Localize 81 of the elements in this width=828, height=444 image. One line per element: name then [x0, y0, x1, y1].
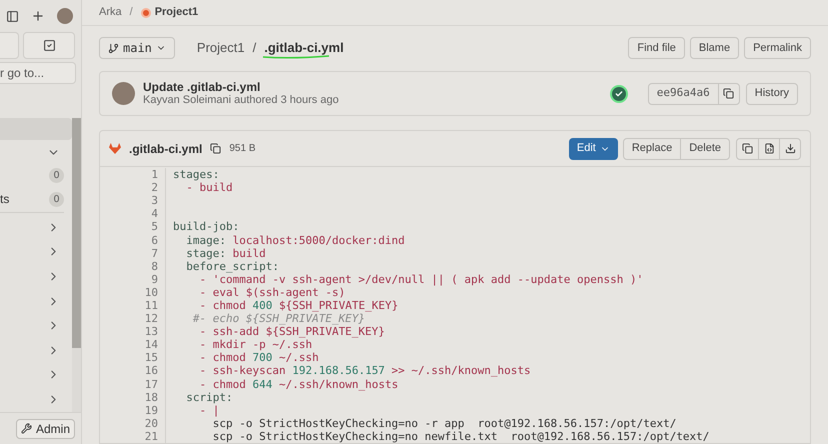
- code-line: scp -o StrictHostKeyChecking=no newfile.txt root@192.168.56.157:/opt/text/: [212, 430, 710, 443]
- file-action-button[interactable]: Replace: [624, 138, 680, 159]
- code-line: - chmod 700 ~/.ssh: [198, 351, 319, 364]
- copy-icon: [742, 143, 753, 154]
- branch-dropdown[interactable]: main: [99, 37, 175, 60]
- code-line: - chmod 400 ${SSH_PRIVATE_KEY}: [198, 298, 398, 312]
- breadcrumb-link[interactable]: Project1: [154, 4, 198, 21]
- commit-author: Kayvan Soleimani authored 3 hours ago: [143, 94, 339, 107]
- line-number: 11: [144, 298, 158, 312]
- action-button[interactable]: Permalink: [744, 37, 811, 60]
- file-title: .gitlab-ci.yml: [129, 140, 202, 158]
- project-icon: [140, 8, 151, 18]
- code-line: - mkdir -p ~/.ssh: [198, 338, 312, 352]
- line-number: 8: [151, 260, 158, 273]
- branch-icon: [108, 42, 119, 54]
- line-number: 5: [151, 220, 158, 234]
- line-number: 4: [151, 207, 158, 220]
- line-number: 18: [144, 390, 158, 404]
- file-size: 951 B: [229, 142, 256, 156]
- code-line: #- echo ${SSH_PRIVATE_KEY}: [192, 312, 366, 326]
- code-line: stage: build: [185, 246, 266, 260]
- avatar: [57, 8, 73, 24]
- path-separator: /: [252, 39, 256, 58]
- code-line: - ssh-add ${SSH_PRIVATE_KEY}: [198, 325, 385, 338]
- code-line: - 'command -v ssh-agent >/dev/null || ( apk add --update openssh )': [199, 272, 644, 286]
- code-line: script:: [185, 390, 233, 404]
- code-line: - chmod 644 ~/.ssh/known_hosts: [198, 378, 398, 391]
- count-badge: 0: [49, 192, 64, 207]
- line-number: 10: [144, 286, 158, 299]
- code-line: - build: [185, 181, 233, 194]
- path-link[interactable]: Project1: [196, 38, 245, 58]
- sidebar-toggle-icon[interactable]: [6, 10, 19, 22]
- line-number: 12: [144, 312, 158, 326]
- status-success-icon[interactable]: [612, 86, 626, 101]
- line-number: 17: [144, 378, 158, 391]
- line-number: 9: [151, 272, 158, 286]
- nav-label[interactable]: ts: [0, 190, 10, 208]
- download-icon: [784, 143, 796, 154]
- breadcrumb-separator: /: [130, 5, 133, 20]
- scrollbar[interactable]: [72, 118, 81, 412]
- line-number: 21: [144, 430, 158, 443]
- search-field[interactable]: r go to...: [0, 62, 76, 84]
- copy-icon[interactable]: [210, 143, 222, 154]
- code-line: stages:: [173, 168, 220, 182]
- checkbox-icon: [42, 39, 56, 52]
- copy-icon: [723, 88, 734, 100]
- line-number: 16: [144, 364, 158, 378]
- file-action-button[interactable]: Delete: [680, 138, 729, 159]
- action-button[interactable]: Find file: [628, 37, 685, 60]
- code-line: - eval $(ssh-agent -s): [198, 286, 346, 299]
- gitlab-icon: [109, 143, 121, 154]
- code-line: before_script:: [185, 260, 279, 273]
- wrench-icon: [20, 423, 32, 434]
- line-number: 15: [144, 351, 158, 364]
- action-button[interactable]: Blame: [690, 37, 740, 60]
- code-line: build-job:: [173, 220, 240, 234]
- line-number: 20: [144, 416, 158, 430]
- plus-icon[interactable]: [31, 9, 45, 23]
- line-number: 14: [144, 338, 158, 352]
- underline-mark: [262, 55, 330, 60]
- breadcrumb-link[interactable]: Arka: [99, 4, 122, 21]
- line-number: 2: [151, 181, 158, 194]
- history-button[interactable]: History: [746, 82, 798, 105]
- admin-button[interactable]: Admin: [16, 418, 75, 438]
- line-number: 13: [144, 325, 158, 338]
- code-line: - ssh-keyscan 192.168.56.157 >> ~/.ssh/known_hosts: [198, 364, 531, 378]
- avatar: [112, 82, 135, 106]
- commit-title[interactable]: Update .gitlab-ci.yml: [143, 80, 339, 94]
- file-icon: [764, 143, 774, 154]
- code-line: - |: [198, 404, 220, 417]
- todo-button[interactable]: [23, 32, 75, 59]
- line-number: 19: [144, 404, 158, 417]
- count-badge: 0: [49, 168, 64, 184]
- line-number: 3: [151, 194, 158, 208]
- code-line: scp -o StrictHostKeyChecking=no -r app root@192.168.56.157:/opt/text/: [212, 416, 676, 430]
- line-number: 7: [151, 246, 158, 260]
- line-number: 1: [151, 168, 158, 182]
- file-name: .gitlab-ci.yml: [264, 40, 344, 56]
- code-line: image: localhost:5000/docker:dind: [185, 234, 405, 246]
- line-number: 6: [151, 234, 158, 247]
- edit-dropdown[interactable]: Edit: [568, 138, 618, 160]
